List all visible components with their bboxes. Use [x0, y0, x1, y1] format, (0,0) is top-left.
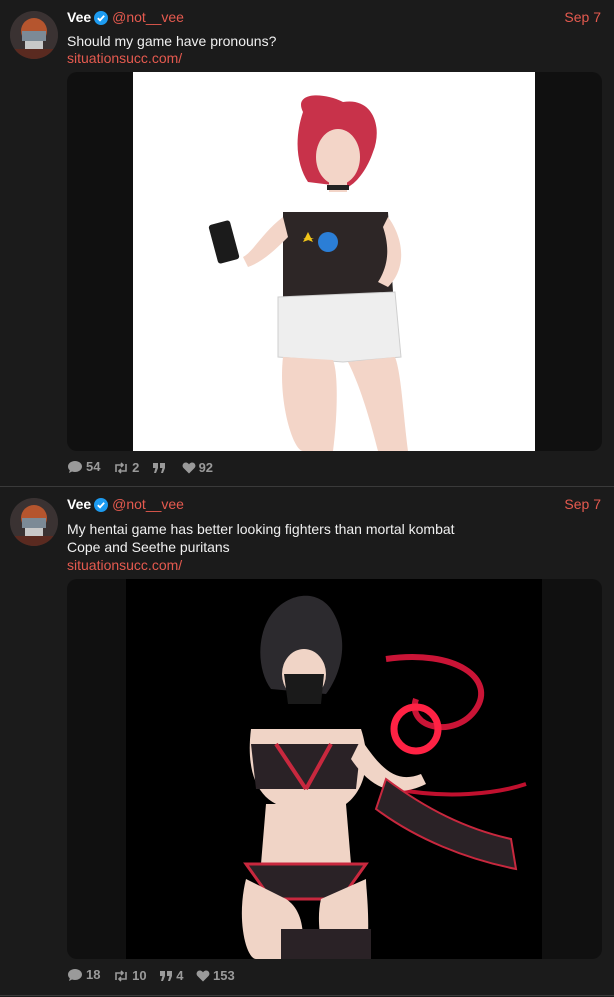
anime-character-image [133, 72, 535, 451]
verified-badge-icon [94, 11, 109, 28]
anime-character-image [126, 579, 542, 959]
tweet-text-line: My hentai game has better looking fighte… [67, 521, 455, 537]
reply-count: 18 [86, 967, 101, 982]
author-handle[interactable]: @not__vee [112, 496, 184, 512]
quote-count: 4 [176, 968, 184, 983]
tweet[interactable]: Vee @not__vee Sep 7 My hentai game has be… [0, 487, 614, 995]
like-button[interactable]: 92 [182, 460, 213, 475]
tweet-actions: 18 10 4 153 [67, 967, 244, 985]
like-count: 153 [213, 968, 235, 983]
tweet-date[interactable]: Sep 7 [564, 9, 601, 25]
reply-button[interactable]: 54 [67, 459, 100, 474]
retweet-count: 10 [132, 968, 147, 983]
tweet-actions: 54 2 92 [67, 459, 222, 477]
reply-button[interactable]: 18 [67, 967, 100, 982]
avatar[interactable] [10, 498, 58, 546]
like-count: 92 [198, 460, 214, 475]
like-icon [196, 970, 210, 981]
tweet-media[interactable] [67, 579, 602, 959]
avatar-image [10, 498, 58, 546]
quote-button[interactable]: 4 [159, 968, 183, 983]
author-name[interactable]: Vee [67, 9, 91, 25]
reply-count: 54 [86, 459, 101, 474]
verified-badge-icon [94, 498, 109, 515]
reply-icon [68, 968, 82, 981]
author-name[interactable]: Vee [67, 496, 91, 512]
author-handle[interactable]: @not__vee [112, 9, 184, 25]
retweet-button[interactable]: 10 [113, 968, 147, 983]
like-icon [182, 462, 195, 473]
quote-icon [160, 970, 173, 981]
quote-icon [152, 462, 165, 473]
tweet-link[interactable]: situationsucc.com/ [67, 50, 182, 66]
tweet-header: Vee @not__vee [67, 9, 184, 27]
tweet-text-line: Cope and Seethe puritans [67, 539, 230, 555]
tweet-text-line: Should my game have pronouns? [67, 33, 277, 49]
tweet-header: Vee @not__vee [67, 496, 184, 514]
retweet-button[interactable]: 2 [113, 460, 139, 475]
like-button[interactable]: 153 [196, 968, 235, 983]
retweet-icon [115, 461, 127, 474]
tweet-link[interactable]: situationsucc.com/ [67, 557, 182, 573]
retweet-icon [115, 969, 127, 982]
avatar-image [10, 11, 58, 59]
quote-button[interactable] [152, 462, 169, 474]
avatar[interactable] [10, 11, 58, 59]
tweet-date[interactable]: Sep 7 [564, 496, 601, 512]
reply-icon [68, 460, 82, 473]
tweet-media[interactable] [67, 72, 602, 451]
tweet[interactable]: Vee @not__vee Sep 7 Should my game have p… [0, 0, 614, 486]
tweet-divider [0, 995, 614, 996]
retweet-count: 2 [132, 460, 140, 475]
